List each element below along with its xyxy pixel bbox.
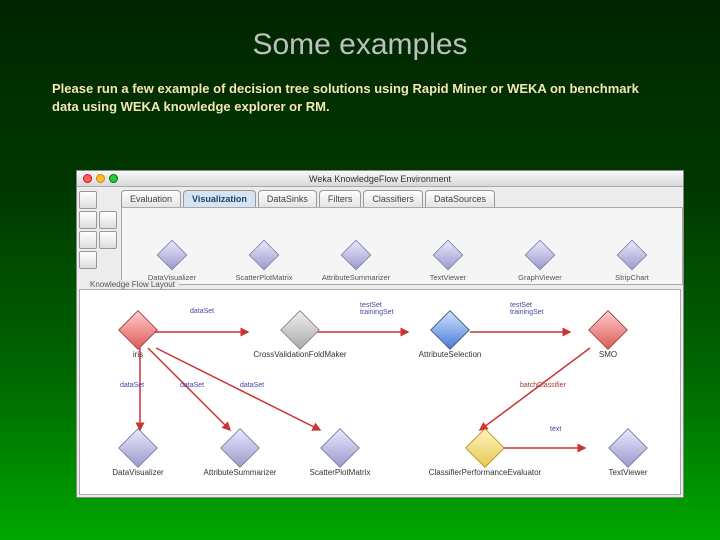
palette-label: ScatterPlotMatrix <box>235 273 292 282</box>
node-label: AttributeSummarizer <box>190 468 290 477</box>
tool-icon[interactable] <box>99 231 117 249</box>
palette-label: TextViewer <box>430 273 467 282</box>
edge-label: text <box>550 426 561 433</box>
edge-label: testSet trainingSet <box>360 302 393 316</box>
edge-label: dataSet <box>190 308 214 315</box>
node-label: iris <box>98 350 178 359</box>
flow-canvas[interactable]: Knowledge Flow Layout iris dataSet Cross… <box>79 289 681 495</box>
flow-area-title: Knowledge Flow Layout <box>86 280 179 289</box>
palette-item[interactable]: AttributeSummarizer <box>315 240 397 282</box>
category-tabs: Evaluation Visualization DataSinks Filte… <box>77 187 683 207</box>
tool-icon[interactable] <box>79 231 97 249</box>
palette-label: GraphViewer <box>518 273 562 282</box>
node-scatterplotmatrix[interactable]: ScatterPlotMatrix <box>290 430 390 477</box>
node-textviewer[interactable]: TextViewer <box>588 430 668 477</box>
palette-label: AttributeSummarizer <box>322 273 390 282</box>
tool-icon[interactable] <box>99 211 117 229</box>
tool-icon[interactable] <box>79 251 97 269</box>
minimize-icon[interactable] <box>96 174 105 183</box>
node-label: SMO <box>568 350 648 359</box>
tool-icon[interactable] <box>79 211 97 229</box>
window-titlebar: Weka KnowledgeFlow Environment <box>77 171 683 187</box>
palette-item[interactable]: StripChart <box>591 240 673 282</box>
window-title: Weka KnowledgeFlow Environment <box>77 174 683 184</box>
slide-subtitle: Please run a few example of decision tre… <box>0 80 720 115</box>
node-label: ClassifierPerformanceEvaluator <box>410 468 560 477</box>
palette-item[interactable]: TextViewer <box>407 240 489 282</box>
tab-visualization[interactable]: Visualization <box>183 190 256 207</box>
slide-title: Some examples <box>0 0 720 80</box>
node-label: CrossValidationFoldMaker <box>240 350 360 359</box>
edge-label: dataSet <box>180 382 204 389</box>
node-label: AttributeSelection <box>400 350 500 359</box>
component-palette: DataVisualizer ScatterPlotMatrix Attribu… <box>121 207 683 285</box>
edge-label: testSet trainingSet <box>510 302 543 316</box>
weka-screenshot: Weka KnowledgeFlow Environment Evaluatio… <box>76 170 684 498</box>
node-smo[interactable]: SMO <box>568 312 648 359</box>
node-classifierperfevaluator[interactable]: ClassifierPerformanceEvaluator <box>410 430 560 477</box>
zoom-icon[interactable] <box>109 174 118 183</box>
palette-item[interactable]: GraphViewer <box>499 240 581 282</box>
node-attributesummarizer[interactable]: AttributeSummarizer <box>190 430 290 477</box>
node-iris[interactable]: iris <box>98 312 178 359</box>
tool-palette <box>79 191 119 269</box>
edge-label: dataSet <box>240 382 264 389</box>
pointer-tool-icon[interactable] <box>79 191 97 209</box>
palette-label: StripChart <box>615 273 649 282</box>
tab-datasinks[interactable]: DataSinks <box>258 190 317 207</box>
node-attributeselection[interactable]: AttributeSelection <box>400 312 500 359</box>
node-label: ScatterPlotMatrix <box>290 468 390 477</box>
tab-filters[interactable]: Filters <box>319 190 362 207</box>
close-icon[interactable] <box>83 174 92 183</box>
tab-datasources[interactable]: DataSources <box>425 190 495 207</box>
node-label: DataVisualizer <box>98 468 178 477</box>
node-datavisualizer[interactable]: DataVisualizer <box>98 430 178 477</box>
edge-label: dataSet <box>120 382 144 389</box>
edge-label: batchClassifier <box>520 382 566 389</box>
tab-evaluation[interactable]: Evaluation <box>121 190 181 207</box>
tab-classifiers[interactable]: Classifiers <box>363 190 423 207</box>
node-cvfoldmaker[interactable]: CrossValidationFoldMaker <box>240 312 360 359</box>
palette-item[interactable]: ScatterPlotMatrix <box>223 240 305 282</box>
palette-item[interactable]: DataVisualizer <box>131 240 213 282</box>
node-label: TextViewer <box>588 468 668 477</box>
